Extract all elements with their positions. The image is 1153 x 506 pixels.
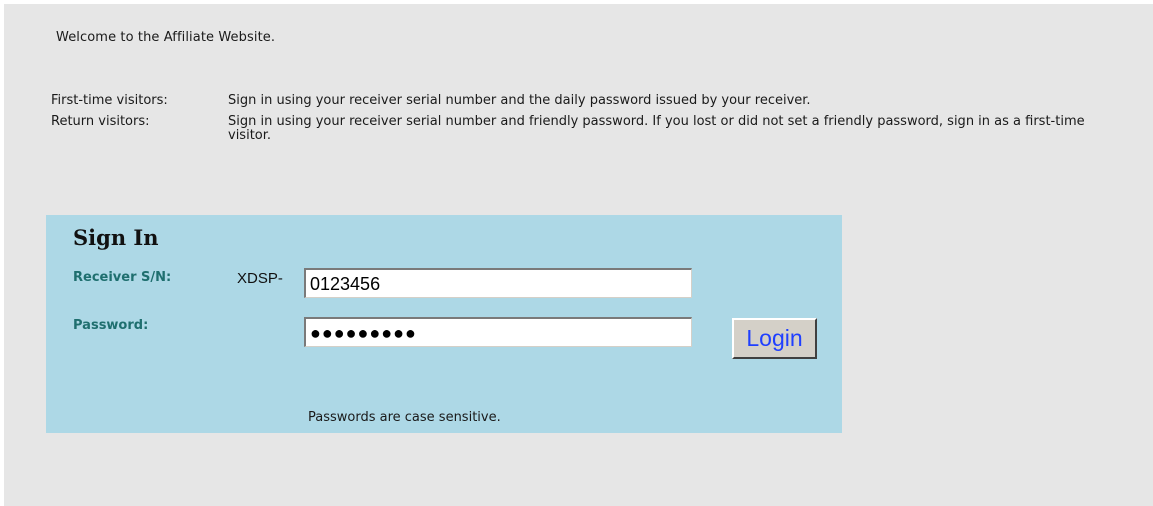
- login-button[interactable]: Login: [732, 318, 817, 359]
- first-time-text: Sign in using your receiver serial numbe…: [228, 93, 811, 108]
- receiver-sn-label: Receiver S/N:: [73, 270, 172, 285]
- return-text: Sign in using your receiver serial numbe…: [228, 114, 1085, 143]
- sign-in-title: Sign In: [73, 225, 159, 250]
- password-label: Password:: [73, 318, 149, 333]
- case-sensitive-hint: Passwords are case sensitive.: [308, 410, 501, 425]
- receiver-sn-input[interactable]: 0123456: [304, 268, 692, 298]
- first-time-label: First-time visitors:: [51, 93, 168, 108]
- page-background: Welcome to the Affiliate Website. First-…: [4, 4, 1153, 506]
- serial-prefix: XDSP-: [237, 270, 283, 287]
- return-label: Return visitors:: [51, 114, 150, 129]
- password-input[interactable]: ●●●●●●●●●: [304, 317, 692, 347]
- sign-in-panel: Sign In Receiver S/N: XDSP- 0123456 Pass…: [46, 215, 842, 433]
- welcome-text: Welcome to the Affiliate Website.: [56, 30, 276, 45]
